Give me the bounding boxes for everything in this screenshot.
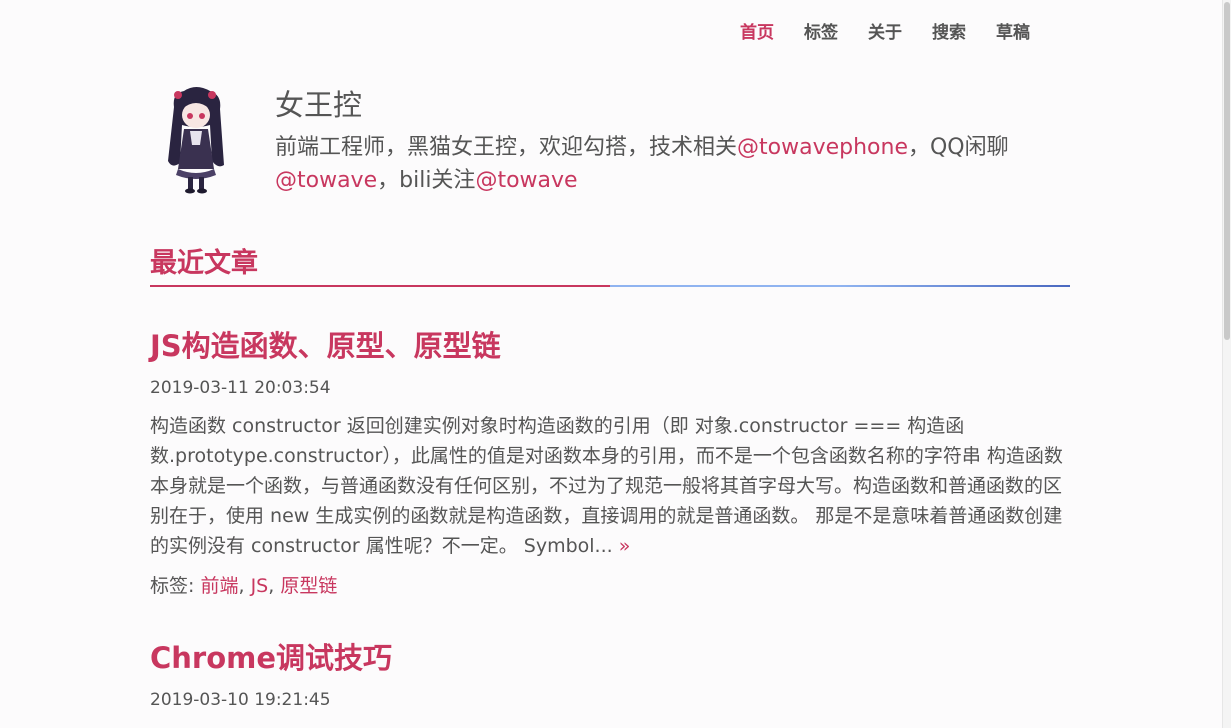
recent-posts-heading: 最近文章	[150, 248, 258, 279]
bio-link-towave-qq[interactable]: @towave	[275, 168, 377, 193]
blog-page: 首页 标签 关于 搜索 草稿 女王控 前端工程师，黑猫女王控，欢迎勾搭，技术相关…	[0, 0, 1231, 728]
section-divider	[150, 285, 1070, 287]
scrollbar-thumb[interactable]	[1224, 2, 1230, 340]
read-more-link[interactable]: »	[619, 535, 631, 557]
post-date: 2019-03-11 20:03:54	[150, 378, 331, 398]
post-excerpt: 构造函数 constructor 返回创建实例对象时构造函数的引用（即 对象.c…	[150, 411, 1070, 561]
bio-link-towave-bili[interactable]: @towave	[475, 168, 577, 193]
post-date: 2019-03-10 19:21:45	[150, 690, 331, 710]
avatar	[168, 87, 224, 194]
nav-about-link[interactable]: 关于	[868, 20, 902, 46]
bio-text-2: ，QQ闲聊	[907, 135, 1009, 160]
bio-link-towavephone[interactable]: @towavephone	[737, 135, 908, 160]
bio-text-3: ，bili关注	[377, 168, 476, 193]
nav-search-link[interactable]: 搜索	[932, 20, 966, 46]
post-tags: 标签: 前端, JS, 原型链	[150, 575, 338, 597]
post-item: JS构造函数、原型、原型链 2019-03-11 20:03:54 构造函数 c…	[150, 326, 1070, 601]
tag-link[interactable]: JS	[251, 575, 269, 597]
vertical-scrollbar[interactable]	[1222, 0, 1231, 728]
author-bio: 前端工程师，黑猫女王控，欢迎勾搭，技术相关@towavephone，QQ闲聊 @t…	[275, 131, 1070, 197]
nav-home-link[interactable]: 首页	[740, 20, 774, 46]
author-name: 女王控	[275, 88, 363, 122]
tag-link[interactable]: 原型链	[280, 575, 337, 597]
post-item: Chrome调试技巧 2019-03-10 19:21:45	[150, 638, 1070, 712]
post-excerpt-text: 构造函数 constructor 返回创建实例对象时构造函数的引用（即 对象.c…	[150, 415, 1063, 557]
top-nav: 首页 标签 关于 搜索 草稿	[740, 20, 1030, 46]
nav-drafts-link[interactable]: 草稿	[996, 20, 1030, 46]
post-title-link[interactable]: Chrome调试技巧	[150, 638, 1070, 678]
tag-link[interactable]: 前端	[200, 575, 238, 597]
nav-tags-link[interactable]: 标签	[804, 20, 838, 46]
tags-label: 标签:	[150, 575, 201, 597]
bio-text-1: 前端工程师，黑猫女王控，欢迎勾搭，技术相关	[275, 135, 738, 160]
post-title-link[interactable]: JS构造函数、原型、原型链	[150, 326, 1070, 366]
